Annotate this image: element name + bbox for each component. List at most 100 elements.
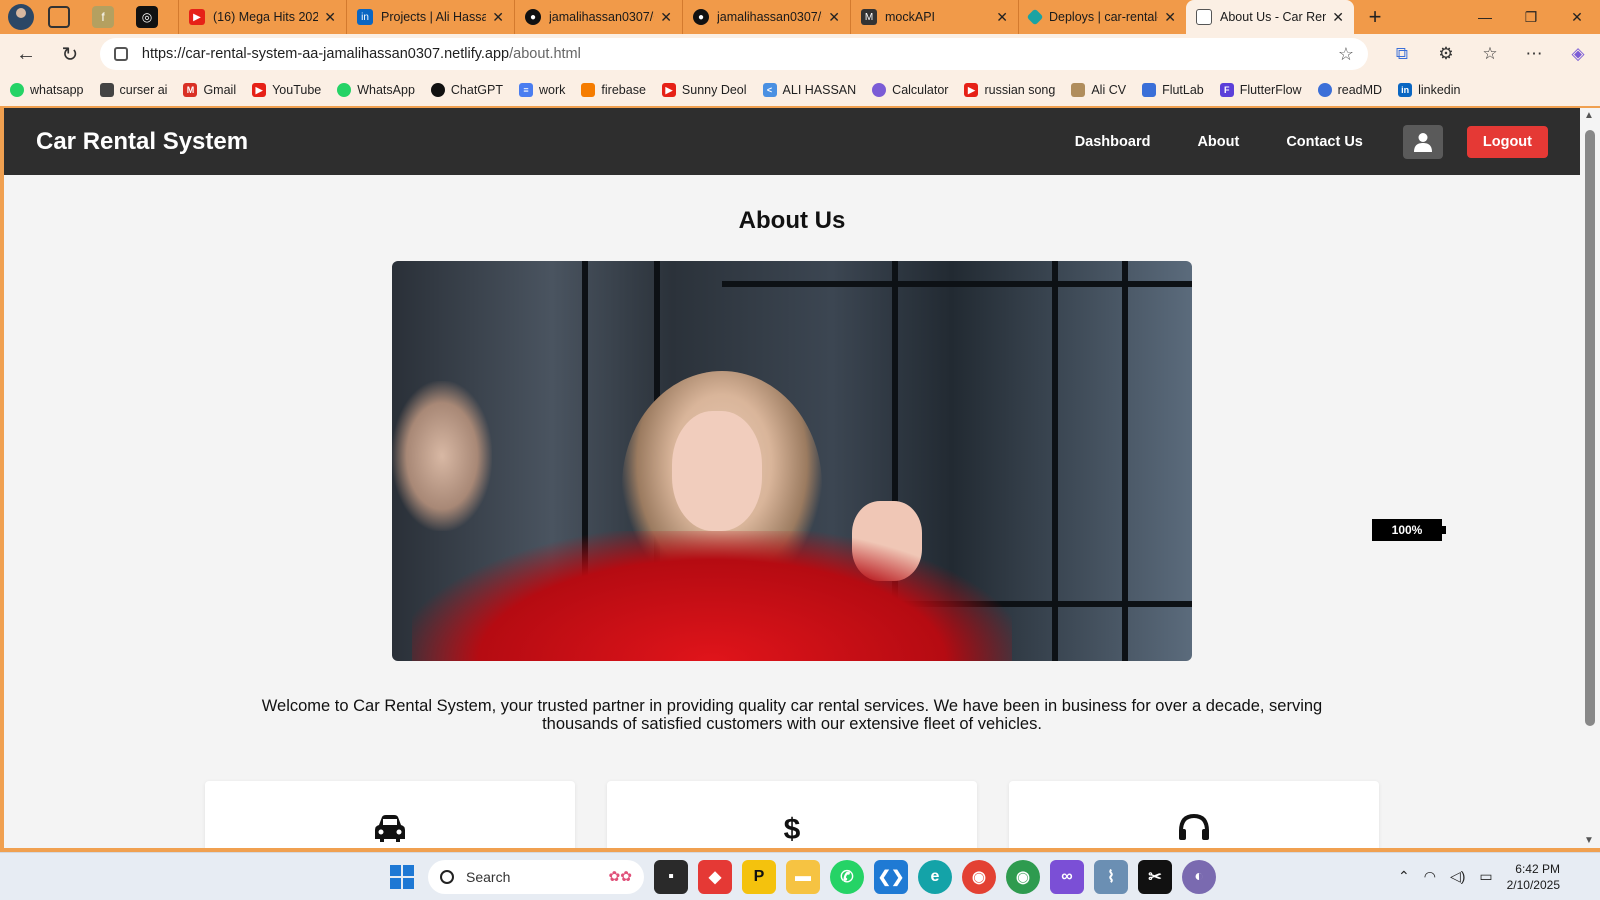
bookmark-whatsapp[interactable]: whatsapp [10, 83, 84, 97]
close-icon[interactable]: ✕ [324, 9, 336, 26]
tab-1[interactable]: in Projects | Ali Hassan ✕ [346, 0, 514, 34]
nav-contact-link[interactable]: Contact Us [1286, 134, 1363, 150]
bookmark-flutterflow[interactable]: F FlutterFlow [1219, 83, 1302, 97]
github-desktop-icon[interactable]: ◐ [1182, 859, 1216, 894]
nav-about-link[interactable]: About [1197, 134, 1239, 150]
close-icon[interactable]: ✕ [660, 9, 672, 26]
bookmark-firebase[interactable]: firebase [581, 83, 646, 97]
vscode-icon[interactable]: ❮❯ [874, 859, 908, 894]
firebase-icon [581, 83, 596, 97]
window-frame [722, 281, 1192, 287]
url-path: /about.html [509, 46, 581, 62]
linkedin-icon: in [357, 9, 373, 25]
search-icon [440, 869, 454, 884]
close-icon[interactable]: ✕ [492, 9, 504, 26]
battery-icon[interactable]: ▭ [1479, 868, 1492, 885]
pinned-tab-icon[interactable]: f [92, 6, 114, 28]
windows-start-icon[interactable] [390, 864, 414, 889]
scrollbar-thumb[interactable] [1585, 130, 1595, 726]
wifi-icon[interactable]: ◠ [1424, 868, 1436, 885]
back-icon[interactable]: ← [8, 38, 44, 70]
tab-6-active[interactable]: About Us - Car Renta ✕ [1186, 0, 1354, 34]
chrome-canary-icon[interactable]: ◉ [1006, 859, 1040, 894]
page-icon [1196, 9, 1212, 25]
minimize-icon[interactable]: — [1462, 0, 1508, 34]
bookmark-label: readMD [1337, 83, 1383, 97]
workspaces-icon[interactable] [48, 6, 70, 28]
bookmark-curser-ai[interactable]: curser ai [99, 83, 167, 97]
reflection-shape [392, 381, 492, 531]
translate-icon[interactable]: ⧉ [1380, 38, 1424, 70]
flutlab-icon [1142, 83, 1157, 97]
scroll-down-icon[interactable]: ▼ [1584, 835, 1594, 846]
bookmark-linkedin[interactable]: in linkedin [1398, 83, 1460, 97]
page-scrollbar[interactable]: ▲ ▼ [1580, 108, 1600, 848]
address-bar[interactable]: https://car-rental-system-aa-jamalihassa… [99, 38, 1368, 70]
tray-expand-icon[interactable]: ⌃ [1398, 868, 1410, 885]
taskbar-clock[interactable]: 6:42 PM 2/10/2025 [1507, 861, 1560, 893]
feature-card-pricing: $ [607, 781, 977, 848]
favorites-icon[interactable]: ☆ [1468, 38, 1512, 70]
tab-5[interactable]: Deploys | car-rental- ✕ [1018, 0, 1186, 34]
tab-2[interactable]: ● jamalihassan0307/Ca ✕ [514, 0, 682, 34]
taskbar-search[interactable]: Search ✿✿ [428, 859, 644, 894]
bookmark-russian-song[interactable]: ▶ russian song [964, 83, 1055, 97]
monitor-icon[interactable]: ⌇ [1094, 859, 1128, 894]
whatsapp-icon[interactable]: ✆ [830, 859, 864, 894]
restore-icon[interactable]: ❐ [1508, 0, 1554, 34]
youtube-icon: ▶ [252, 83, 267, 97]
chat-app-icon[interactable]: P [742, 859, 776, 894]
close-icon[interactable]: ✕ [828, 9, 840, 26]
close-icon[interactable]: ✕ [1164, 9, 1176, 26]
bookmark-ali-hassan[interactable]: < ALI HASSAN [762, 83, 856, 97]
bookmark-calculator[interactable]: Calculator [872, 83, 948, 97]
close-icon[interactable]: ✕ [1332, 9, 1344, 26]
nav-dashboard-link[interactable]: Dashboard [1075, 134, 1151, 150]
close-icon[interactable]: ✕ [996, 9, 1008, 26]
bookmark-sunny-deol[interactable]: ▶ Sunny Deol [661, 83, 747, 97]
chrome-icon[interactable]: ◉ [962, 859, 996, 894]
close-window-icon[interactable]: ✕ [1554, 0, 1600, 34]
pinned-chatgpt-icon[interactable]: ◎ [136, 6, 158, 28]
tab-title: Deploys | car-rental- [1049, 10, 1159, 24]
terminal-icon[interactable]: ▪ [654, 859, 688, 894]
tab-4[interactable]: M mockAPI ✕ [850, 0, 1018, 34]
reload-icon[interactable]: ↻ [52, 38, 88, 70]
tab-0[interactable]: ▶ (16) Mega Hits 2025 ✕ [178, 0, 346, 34]
tab-title: About Us - Car Renta [1220, 10, 1327, 24]
new-tab-button[interactable]: + [1360, 2, 1390, 32]
bookmark-chatgpt[interactable]: ChatGPT [430, 83, 504, 97]
tab-title: jamalihassan0307/Ca [717, 10, 822, 24]
bookmark-label: work [539, 83, 566, 97]
visual-studio-icon[interactable]: ∞ [1050, 859, 1084, 894]
bookmark-gmail[interactable]: M Gmail [183, 83, 236, 97]
logout-button[interactable]: Logout [1466, 125, 1548, 158]
bookmark-youtube[interactable]: ▶ YouTube [252, 83, 321, 97]
favorite-star-icon[interactable]: ☆ [1338, 44, 1354, 65]
lock-icon[interactable] [113, 47, 128, 61]
clock-time: 6:42 PM [1515, 861, 1560, 876]
bookmark-label: ChatGPT [450, 83, 504, 97]
scroll-up-icon[interactable]: ▲ [1584, 110, 1594, 121]
flutter-icon: < [762, 83, 777, 97]
bookmark-flutlab[interactable]: FlutLab [1142, 83, 1204, 97]
extensions-icon[interactable]: ⚙ [1424, 38, 1468, 70]
anydesk-icon[interactable]: ◆ [698, 859, 732, 894]
more-menu-icon[interactable]: ⋯ [1512, 38, 1556, 70]
copilot-icon[interactable]: ◈ [1556, 38, 1600, 70]
tab-3[interactable]: ● jamalihassan0307/Ca ✕ [682, 0, 850, 34]
file-explorer-icon[interactable]: ▬ [786, 859, 820, 894]
capcut-icon[interactable]: ✂ [1138, 859, 1172, 894]
feature-cards: $ [4, 781, 1580, 848]
volume-icon[interactable]: ◁) [1450, 868, 1465, 885]
bookmark-whatsapp-2[interactable]: WhatsApp [337, 83, 415, 97]
edge-icon[interactable]: e [918, 859, 952, 894]
bookmark-readmd[interactable]: readMD [1317, 83, 1383, 97]
bookmark-ali-cv[interactable]: Ali CV [1071, 83, 1126, 97]
bookmark-work[interactable]: ≡ work [519, 83, 565, 97]
user-profile-button[interactable] [1402, 124, 1443, 159]
profile-avatar[interactable] [8, 4, 34, 30]
search-highlight-icon: ✿✿ [608, 868, 632, 884]
whatsapp-icon [10, 83, 24, 97]
tab-title: Projects | Ali Hassan [381, 10, 487, 24]
